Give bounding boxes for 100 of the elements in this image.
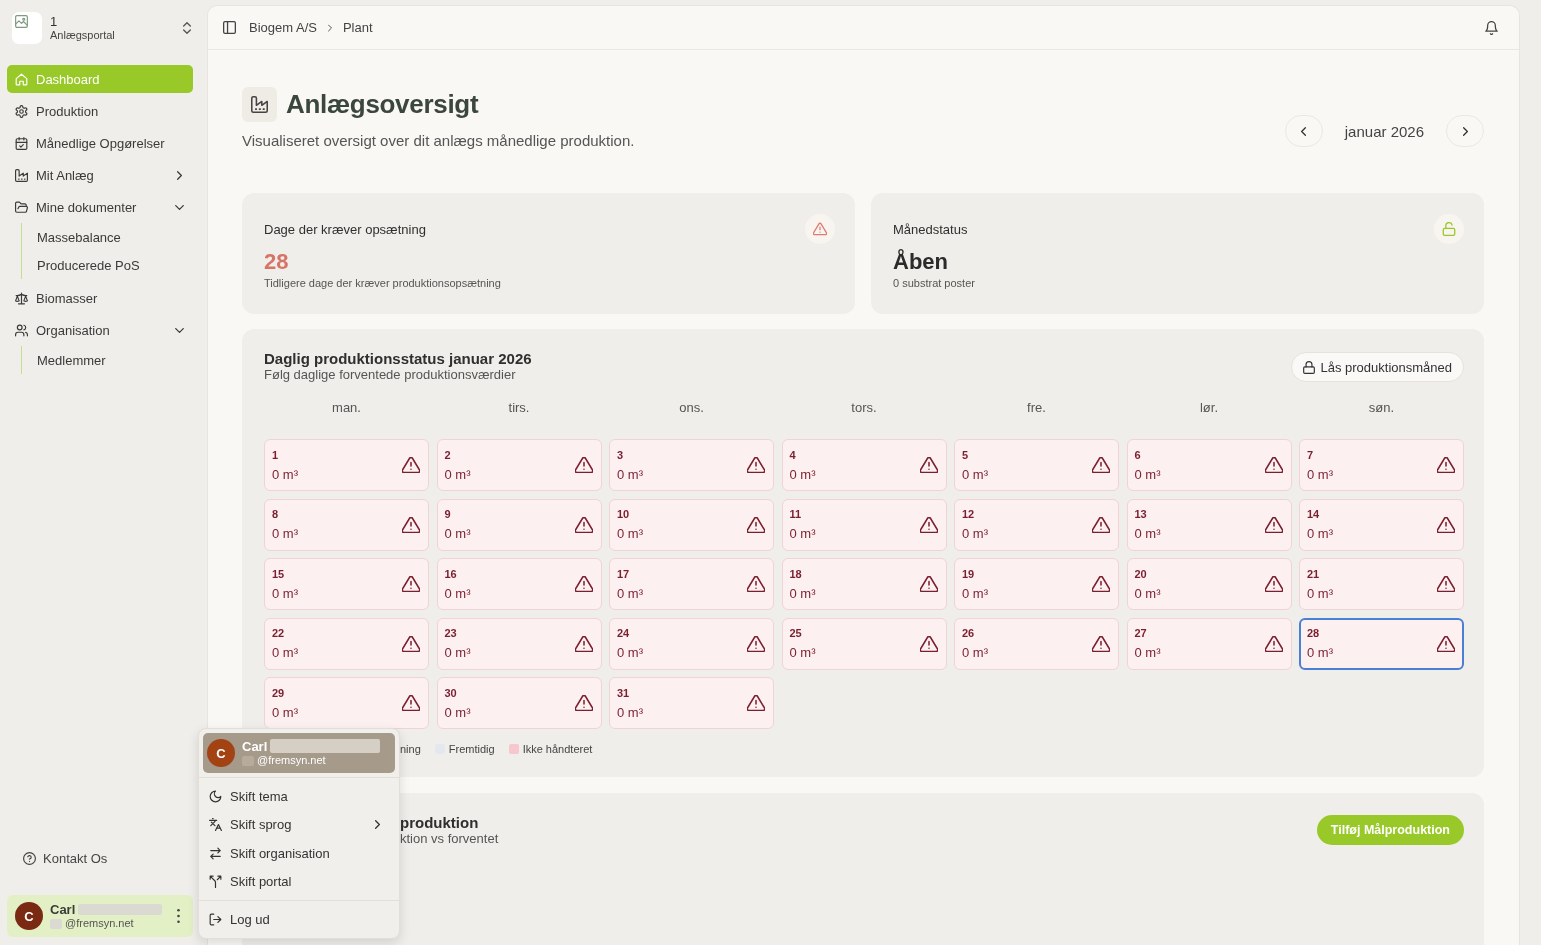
day-number: 9 <box>444 508 451 521</box>
day-cell[interactable]: 10 0 m³ <box>609 498 774 551</box>
day-number: 2 <box>444 448 451 462</box>
breadcrumb-link[interactable]: Plant <box>342 20 373 35</box>
day-amount: 0 m³ <box>617 645 643 660</box>
day-cell[interactable]: 30 0 m³ <box>436 677 602 729</box>
legend-label: ning <box>400 743 421 755</box>
day-cell[interactable]: 23 0 m³ <box>436 617 602 670</box>
day-cell[interactable]: 7 0 m³ <box>1299 439 1464 491</box>
day-number: 31 <box>617 686 630 700</box>
warning-icon <box>1437 457 1455 473</box>
chevrons-up-down-icon[interactable] <box>183 22 191 34</box>
day-cell[interactable]: 25 0 m³ <box>781 617 947 670</box>
day-cell[interactable]: 11 0 m³ <box>781 498 947 551</box>
day-cell[interactable]: 27 0 m³ <box>1126 617 1292 670</box>
day-amount: 0 m³ <box>272 526 298 541</box>
day-cell[interactable]: 31 0 m³ <box>609 677 774 729</box>
nav-subitem[interactable]: Massebalance <box>22 223 193 251</box>
day-cell[interactable]: 12 0 m³ <box>954 498 1119 551</box>
day-cell[interactable]: 22 0 m³ <box>264 617 429 670</box>
day-amount: 0 m³ <box>444 585 471 601</box>
portal-name: Anlægsportal <box>50 29 115 43</box>
nav-item[interactable]: Månedlige Opgørelser <box>7 129 193 157</box>
warning-icon <box>747 576 765 592</box>
user-card[interactable]: C Carl @fremsyn.net <box>7 895 193 937</box>
factory-icon <box>242 87 277 122</box>
user-menu-header[interactable]: C Carl @fremsyn.net <box>203 733 395 773</box>
menu-item[interactable]: Skift organisation <box>203 839 395 868</box>
warning-icon <box>1092 576 1110 592</box>
nav-item[interactable]: Mine dokumenter <box>7 193 193 221</box>
day-cell[interactable]: 26 0 m³ <box>954 617 1119 670</box>
day-amount: 0 m³ <box>962 526 988 541</box>
warning-icon <box>574 635 593 652</box>
nav-item[interactable]: Mit Anlæg <box>7 161 193 189</box>
day-cell[interactable]: 8 0 m³ <box>264 498 429 551</box>
day-cell[interactable]: 2 0 m³ <box>436 439 602 491</box>
day-cell[interactable]: 20 0 m³ <box>1126 558 1292 610</box>
day-number: 1 <box>272 448 279 462</box>
day-amount: 0 m³ <box>1134 466 1161 482</box>
warning-icon <box>1264 516 1283 533</box>
menu-item[interactable]: Skift tema <box>203 782 395 811</box>
day-amount: 0 m³ <box>272 466 298 482</box>
contact-link[interactable]: Kontakt Os <box>7 844 108 872</box>
day-cell[interactable]: 28 0 m³ <box>1299 617 1464 670</box>
day-cell[interactable]: 6 0 m³ <box>1126 439 1292 491</box>
warning-icon <box>1437 576 1455 592</box>
warning-icon <box>402 576 420 592</box>
help-circle-icon <box>23 851 36 865</box>
more-options-icon[interactable] <box>177 909 180 923</box>
weekday-label: ons. <box>679 400 704 416</box>
day-cell[interactable]: 15 0 m³ <box>264 558 429 610</box>
day-cell[interactable]: 14 0 m³ <box>1299 498 1464 551</box>
day-cell[interactable]: 16 0 m³ <box>436 558 602 610</box>
nav-item[interactable]: Organisation <box>7 316 193 344</box>
breadcrumb-link[interactable]: Biogem A/S <box>249 20 317 35</box>
day-cell[interactable]: 17 0 m³ <box>609 558 774 610</box>
day-amount: 0 m³ <box>962 466 988 482</box>
menu-item[interactable]: Skift portal <box>203 867 395 896</box>
lock-icon <box>1303 360 1316 374</box>
notification-bell-icon[interactable] <box>1485 20 1498 35</box>
day-number: 22 <box>272 627 285 640</box>
day-cell[interactable]: 29 0 m³ <box>264 677 429 729</box>
menu-item[interactable]: Log ud <box>203 905 395 934</box>
day-number: 26 <box>962 627 975 640</box>
day-cell[interactable]: 21 0 m³ <box>1299 558 1464 610</box>
day-cell[interactable]: 4 0 m³ <box>781 439 947 491</box>
day-amount: 0 m³ <box>617 526 643 541</box>
day-number: 8 <box>272 508 279 521</box>
weekday-label: tors. <box>851 400 877 416</box>
day-cell[interactable]: 13 0 m³ <box>1126 498 1292 551</box>
day-number: 5 <box>962 448 969 462</box>
unlock-icon <box>1434 214 1464 244</box>
day-cell[interactable]: 18 0 m³ <box>781 558 947 610</box>
day-number: 14 <box>1307 508 1320 521</box>
day-cell[interactable]: 5 0 m³ <box>954 439 1119 491</box>
day-cell[interactable]: 9 0 m³ <box>436 498 602 551</box>
moon-icon <box>209 789 222 803</box>
day-number: 4 <box>789 448 796 462</box>
nav-item[interactable]: Produktion <box>7 97 193 125</box>
nav-subitem[interactable]: Producerede PoS <box>22 251 193 279</box>
nav-item[interactable]: Biomasser <box>7 284 193 312</box>
calendar-check-icon <box>15 136 28 150</box>
day-cell[interactable]: 1 0 m³ <box>264 439 429 491</box>
weekday-label: fre. <box>1027 400 1046 416</box>
day-cell[interactable]: 3 0 m³ <box>609 439 774 491</box>
day-amount: 0 m³ <box>1134 526 1161 541</box>
sidebar-toggle-icon[interactable] <box>223 21 236 34</box>
day-cell[interactable]: 19 0 m³ <box>954 558 1119 610</box>
menu-item[interactable]: Skift sprog <box>203 810 395 839</box>
swap-arrows-icon <box>209 846 222 860</box>
nav-subitem[interactable]: Medlemmer <box>22 346 193 374</box>
warning-icon <box>574 576 593 592</box>
warning-icon <box>747 457 765 473</box>
day-cell[interactable]: 24 0 m³ <box>609 617 774 670</box>
stat-value: 28 <box>264 249 289 275</box>
calendar-subtitle: Følg daglige forventede produktionsværdier <box>264 367 516 382</box>
lock-month-button[interactable]: Lås produktionsmåned <box>1291 352 1464 382</box>
day-amount: 0 m³ <box>962 585 988 601</box>
home-icon <box>15 72 28 86</box>
weekday-label: lør. <box>1199 400 1219 416</box>
